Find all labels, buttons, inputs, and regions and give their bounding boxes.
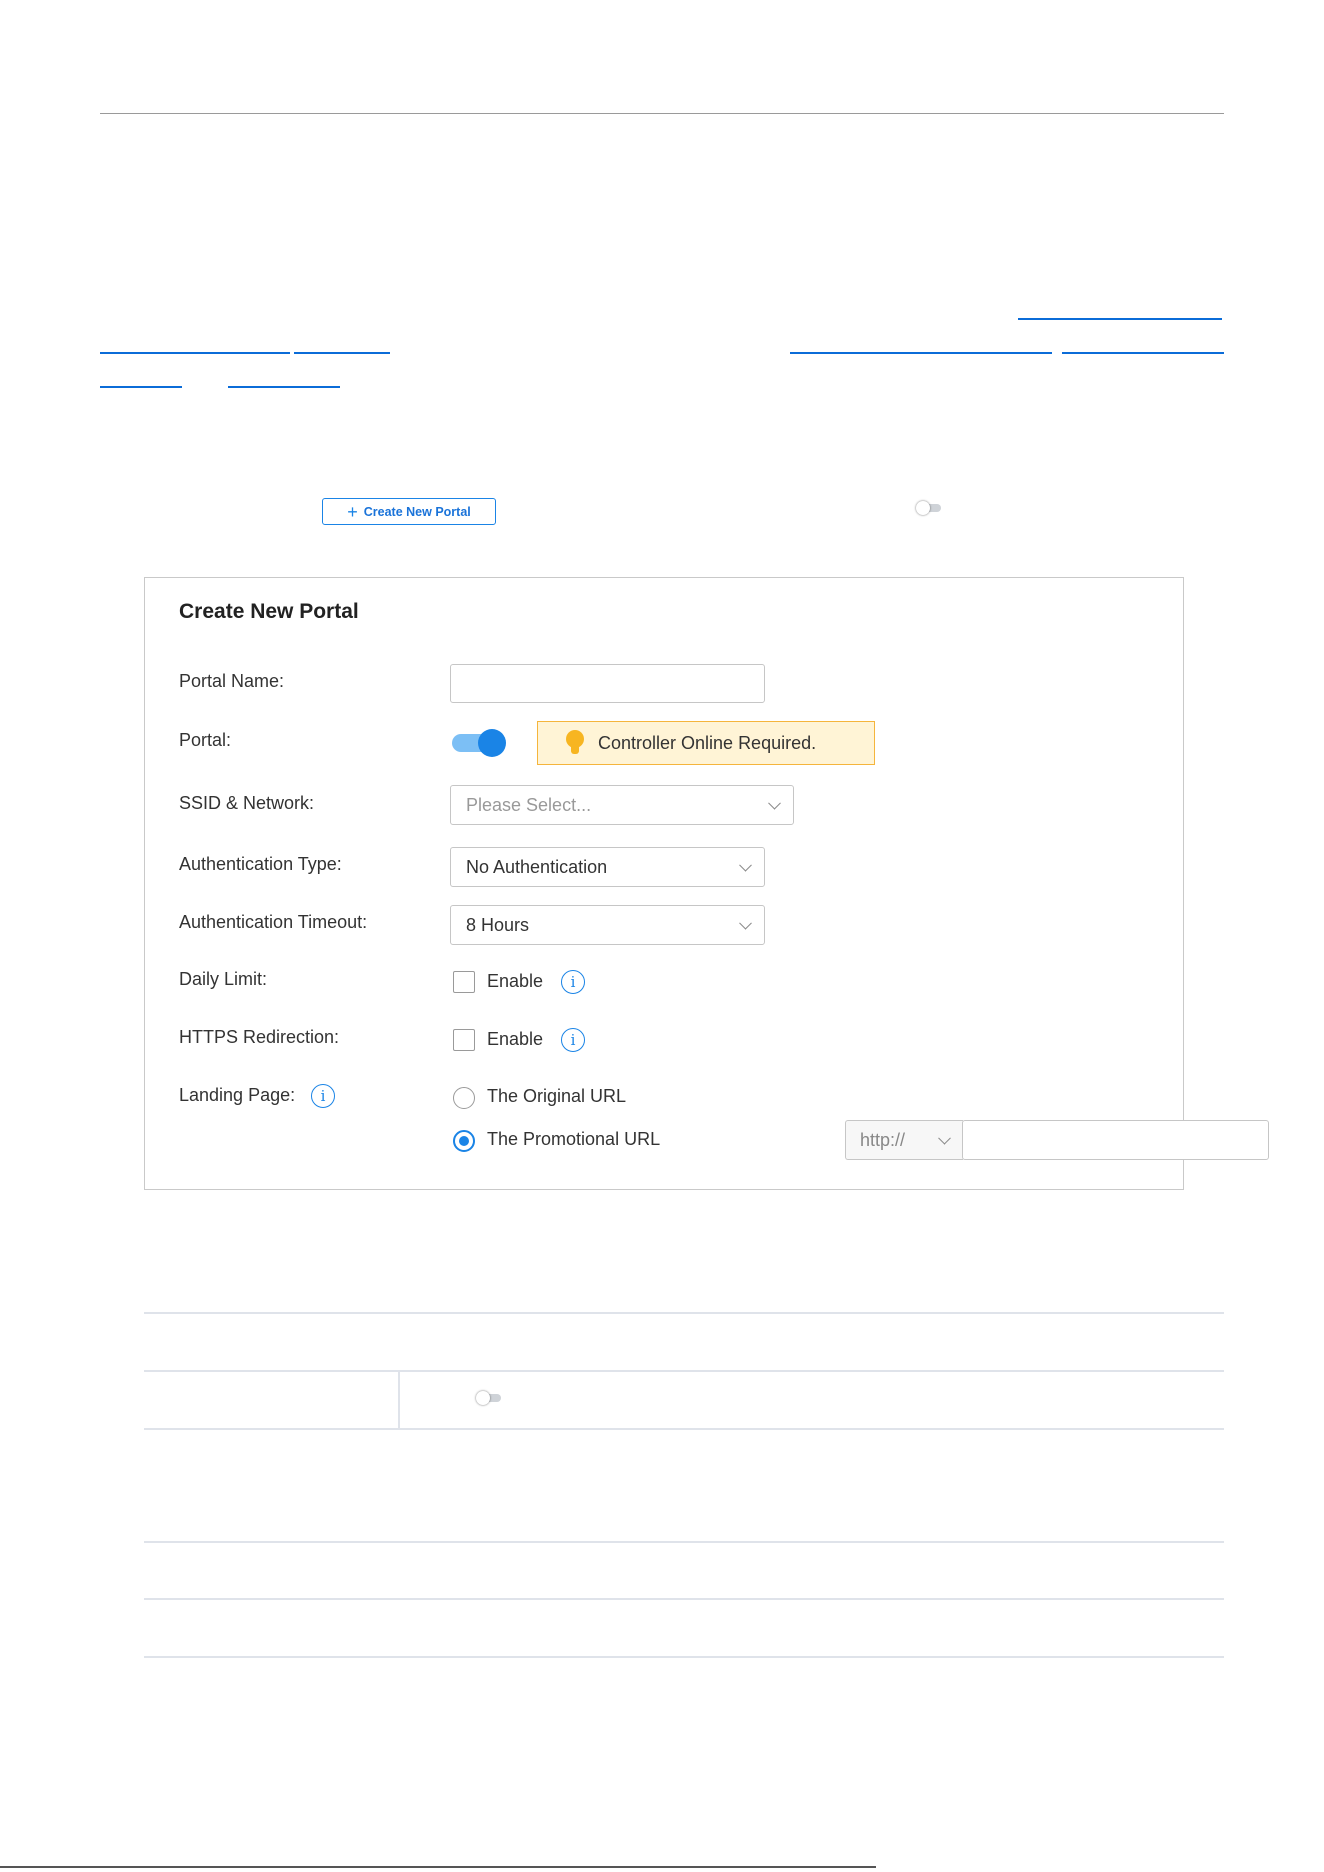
table-rule	[144, 1370, 1224, 1372]
landing-original-label: The Original URL	[487, 1086, 627, 1106]
table-rule	[144, 1541, 1224, 1543]
create-new-portal-button[interactable]: + Create New Portal	[322, 498, 496, 525]
doc-link-5[interactable]	[1062, 352, 1224, 354]
https-redirection-label: HTTPS Redirection:	[179, 1027, 340, 1047]
url-protocol-select[interactable]: http://	[845, 1120, 963, 1160]
landing-original-radio[interactable]	[453, 1087, 475, 1109]
doc-link-6[interactable]	[100, 386, 182, 388]
landing-promotional-label: The Promotional URL	[487, 1129, 661, 1149]
doc-link-2[interactable]	[100, 352, 290, 354]
auth-timeout-select[interactable]: 8 Hours	[450, 905, 765, 945]
table-column-divider	[398, 1370, 400, 1430]
auth-timeout-label: Authentication Timeout:	[179, 912, 368, 932]
lightbulb-icon	[566, 730, 584, 756]
chevron-down-icon	[739, 858, 752, 872]
inline-toggle-off[interactable]	[914, 500, 946, 516]
doc-link-4[interactable]	[790, 352, 1052, 354]
table-rule	[144, 1312, 1224, 1314]
portal-name-label: Portal Name:	[179, 671, 285, 691]
landing-page-label: Landing Page:	[179, 1085, 296, 1105]
notice-text: Controller Online Required.	[598, 732, 817, 753]
ssid-network-select-value: Please Select...	[466, 794, 592, 815]
table-rule	[144, 1656, 1224, 1658]
page-top-rule	[100, 113, 1224, 114]
daily-limit-label: Daily Limit:	[179, 969, 268, 989]
doc-link-3[interactable]	[294, 352, 390, 354]
info-icon[interactable]: i	[561, 1028, 585, 1052]
portal-toggle[interactable]	[450, 726, 510, 758]
table-toggle-off[interactable]	[474, 1390, 506, 1406]
daily-limit-checkbox[interactable]	[453, 971, 475, 993]
auth-type-select-value: No Authentication	[466, 856, 608, 877]
create-portal-panel: Create New Portal Portal Name: Portal: C…	[144, 577, 1269, 1190]
panel-title: Create New Portal	[179, 600, 359, 623]
https-redirection-checkbox[interactable]	[453, 1029, 475, 1051]
promotional-url-input[interactable]	[962, 1120, 1269, 1160]
doc-link-1[interactable]	[1018, 318, 1222, 320]
auth-timeout-select-value: 8 Hours	[466, 914, 530, 935]
chevron-down-icon	[739, 916, 752, 930]
landing-promotional-radio[interactable]	[453, 1130, 475, 1152]
portal-name-input[interactable]	[450, 664, 765, 703]
url-protocol-value: http://	[860, 1129, 906, 1150]
portal-label: Portal:	[179, 730, 232, 750]
table-rule	[144, 1598, 1224, 1600]
page-bottom-rule	[0, 1866, 876, 1868]
ssid-network-label: SSID & Network:	[179, 793, 315, 813]
chevron-down-icon	[768, 796, 781, 810]
info-icon[interactable]: i	[311, 1084, 335, 1108]
chevron-down-icon	[938, 1131, 951, 1145]
doc-link-7[interactable]	[228, 386, 340, 388]
daily-limit-enable-label: Enable	[487, 971, 544, 991]
auth-type-select[interactable]: No Authentication	[450, 847, 765, 887]
auth-type-label: Authentication Type:	[179, 854, 342, 874]
https-redirection-enable-label: Enable	[487, 1029, 544, 1049]
create-new-portal-button-label: Create New Portal	[363, 504, 471, 519]
controller-online-notice: Controller Online Required.	[537, 721, 875, 765]
ssid-network-select[interactable]: Please Select...	[450, 785, 794, 825]
plus-icon: +	[347, 501, 358, 522]
table-rule	[144, 1428, 1224, 1430]
info-icon[interactable]: i	[561, 970, 585, 994]
